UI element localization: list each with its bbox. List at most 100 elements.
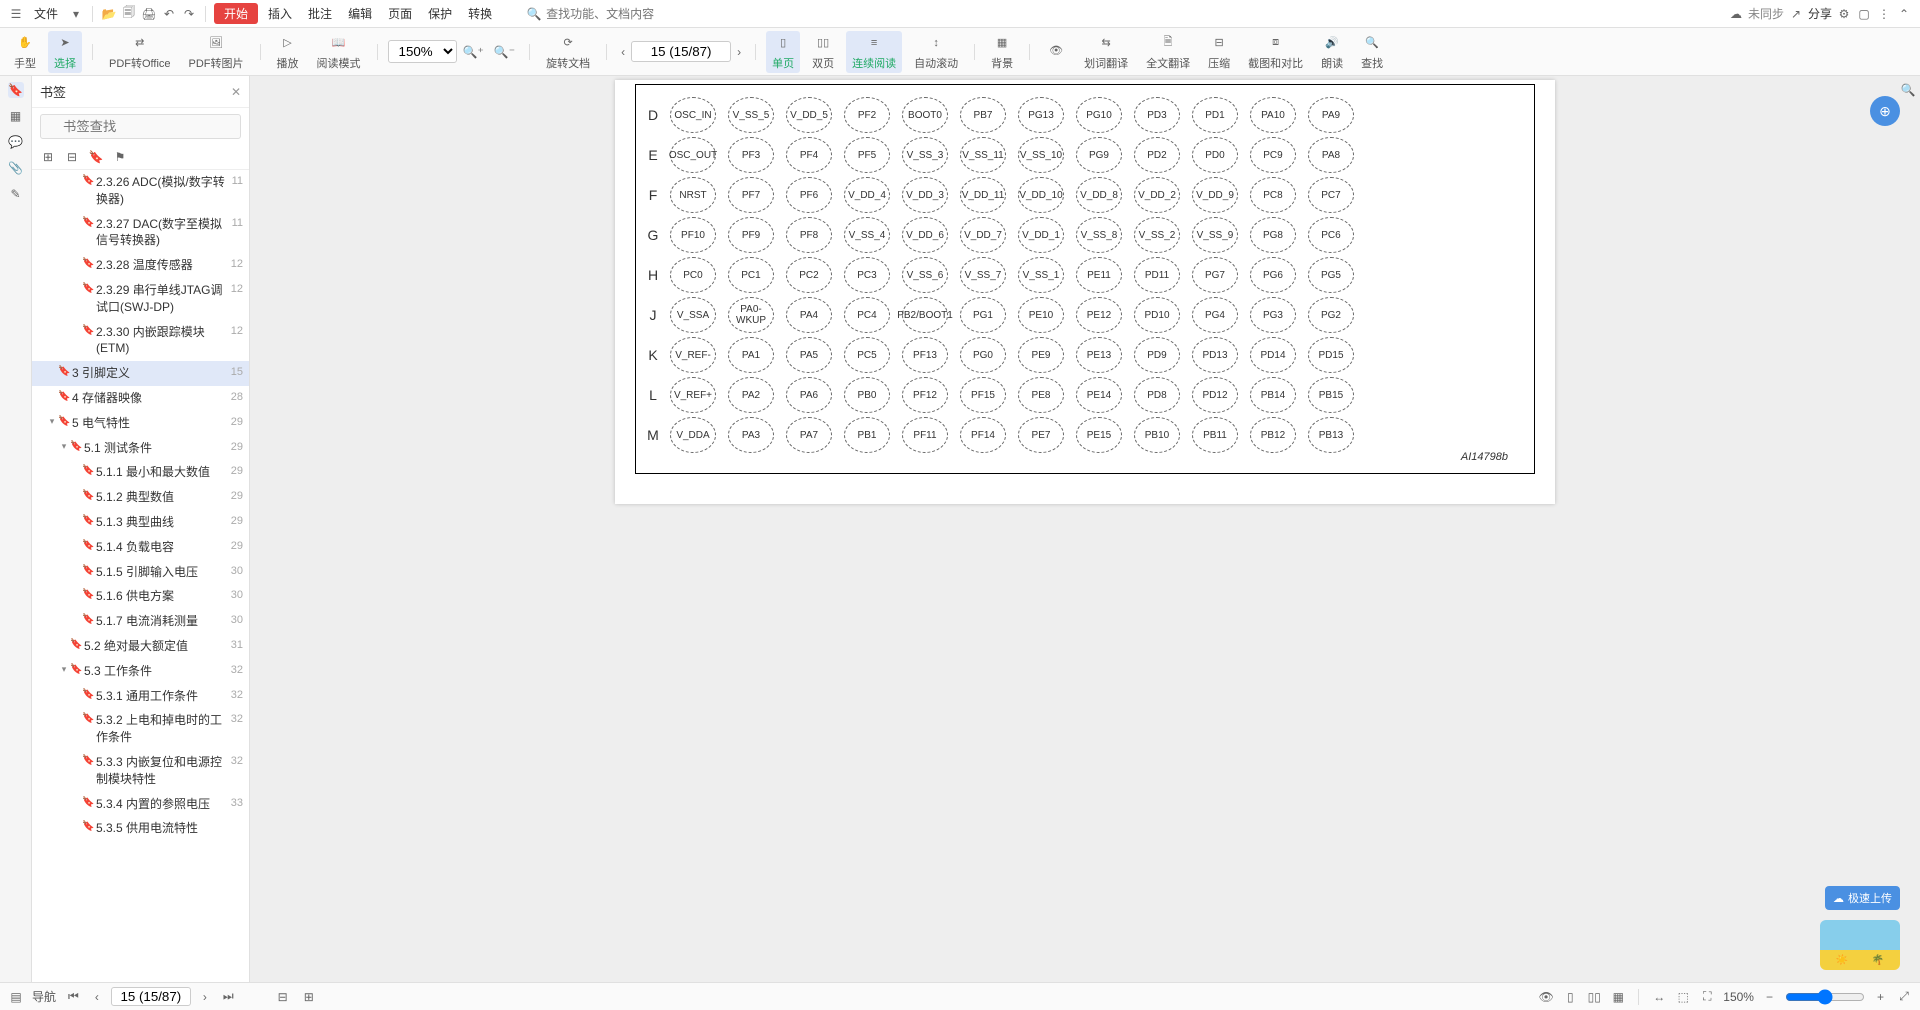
first-page-icon[interactable]: ⏮ [64,987,83,1006]
fullscreen-icon[interactable]: ⛶ [1699,989,1715,1005]
bookmark-opt-icon[interactable]: ⚑ [112,149,128,165]
bookmark-item[interactable]: 🔖5.1.5 引脚输入电压30 [32,560,249,585]
hand-tool[interactable]: ✋手型 [8,31,42,73]
page-tab[interactable]: 页面 [382,3,418,24]
zoom-out-status-icon[interactable]: − [1762,988,1777,1006]
zoom-slider[interactable] [1785,989,1865,1005]
save-icon[interactable]: 🗐 [121,6,137,22]
rotate-button[interactable]: ⟳旋转文档 [540,31,596,73]
search-input[interactable] [546,7,666,21]
convert-tab[interactable]: 转换 [462,3,498,24]
status-page-input[interactable] [111,987,191,1006]
fit-minus-icon[interactable]: ⊟ [274,988,292,1006]
highlight-tab-icon[interactable]: ✎ [8,186,24,202]
continuous-read[interactable]: ≡连续阅读 [846,31,902,73]
thumbnail-tab-icon[interactable]: ▦ [8,108,24,124]
bookmark-item[interactable]: 🔖4 存储器映像28 [32,386,249,411]
next-page-status-icon[interactable]: › [199,988,211,1006]
protect-tab[interactable]: 保护 [422,3,458,24]
review-tab[interactable]: 批注 [302,3,338,24]
bookmark-item[interactable]: ▾🔖5.3 工作条件32 [32,659,249,684]
read-mode[interactable]: 📖阅读模式 [311,31,367,73]
compress-button[interactable]: ⊟压缩 [1202,31,1236,73]
bookmark-list[interactable]: 🔖2.3.26 ADC(模拟/数字转换器)11🔖2.3.27 DAC(数字至模拟… [32,170,249,982]
more-icon[interactable]: ⋮ [1876,6,1892,22]
layout2-icon[interactable]: ▯▯ [1586,989,1602,1005]
next-page-icon[interactable]: › [733,43,745,61]
upload-float[interactable]: ☁极速上传 [1825,886,1900,910]
auto-scroll[interactable]: ↕自动滚动 [908,31,964,73]
prev-page-status-icon[interactable]: ‹ [91,988,103,1006]
bookmark-item[interactable]: 🔖5.3.1 通用工作条件32 [32,684,249,709]
bookmark-item[interactable]: 🔖5.1.2 典型数值29 [32,485,249,510]
share-icon[interactable]: ↗ [1788,6,1804,22]
bookmark-item[interactable]: 🔖5.1.4 负载电容29 [32,535,249,560]
bookmark-item[interactable]: 🔖5.3.2 上电和掉电时的工作条件32 [32,708,249,750]
bookmark-item[interactable]: 🔖5.3.3 内嵌复位和电源控制模块特性32 [32,750,249,792]
right-search-icon[interactable]: 🔍 [1900,82,1916,98]
zoom-in-icon[interactable]: 🔍⁺ [459,43,488,61]
zoom-select[interactable]: 150% [388,40,457,63]
bookmark-item[interactable]: ▾🔖5.1 测试条件29 [32,436,249,461]
bookmark-item[interactable]: 🔖5.3.4 内置的参照电压33 [32,792,249,817]
zoom-in-status-icon[interactable]: + [1873,988,1888,1006]
bookmark-item[interactable]: 🔖2.3.29 串行单线JTAG调试口(SWJ-DP)12 [32,278,249,320]
bookmark-tab-icon[interactable]: 🔖 [8,82,24,98]
redo-icon[interactable]: ↷ [181,6,197,22]
compare-button[interactable]: ⧈截图和对比 [1242,31,1309,73]
full-translate[interactable]: 🗎全文翻译 [1140,31,1196,73]
bookmark-item[interactable]: 🔖5.1.7 电流消耗测量30 [32,609,249,634]
print-icon[interactable]: 🖨 [141,6,157,22]
view-mode-icon[interactable]: 👁 [1538,989,1554,1005]
layout1-icon[interactable]: ▯ [1562,989,1578,1005]
bookmark-item[interactable]: 🔖5.3.5 供用电流特性 [32,816,249,841]
play-button[interactable]: ▷播放 [271,31,305,73]
eye-protect[interactable]: 👁 [1040,39,1072,65]
pdf-to-office[interactable]: ⇄PDF转Office [103,31,177,73]
bookmark-item[interactable]: 🔖2.3.27 DAC(数字至模拟信号转换器)11 [32,212,249,254]
document-viewport[interactable]: DOSC_INV_SS_5V_DD_5PF2BOOT0PB7PG13PG10PD… [250,76,1920,982]
pdf-to-image[interactable]: 🖼PDF转图片 [183,31,250,73]
open-icon[interactable]: 📂 [101,6,117,22]
insert-tab[interactable]: 插入 [262,3,298,24]
settings-icon[interactable]: ⚙ [1836,6,1852,22]
single-page[interactable]: ▯单页 [766,31,800,73]
nav-label[interactable]: 导航 [32,988,56,1005]
expand-status-icon[interactable]: ⤢ [1896,989,1912,1005]
double-page[interactable]: ▯▯双页 [806,31,840,73]
edit-tab[interactable]: 编辑 [342,3,378,24]
undo-icon[interactable]: ↶ [161,6,177,22]
attachment-tab-icon[interactable]: 📎 [8,160,24,176]
close-panel-icon[interactable]: ✕ [231,85,241,99]
bookmark-item[interactable]: 🔖2.3.26 ADC(模拟/数字转换器)11 [32,170,249,212]
comment-tab-icon[interactable]: 💬 [8,134,24,150]
find-button[interactable]: 🔍查找 [1355,31,1389,73]
cloud-icon[interactable]: ☁ [1728,6,1744,22]
share-label[interactable]: 分享 [1808,5,1832,22]
bookmark-item[interactable]: ▾🔖5 电气特性29 [32,411,249,436]
nav-icon[interactable]: ▤ [8,989,24,1005]
file-menu[interactable]: 文件 [28,3,64,24]
promo-float[interactable]: ☀️ 🌴 [1820,920,1900,970]
skin-icon[interactable]: ▢ [1856,6,1872,22]
assistant-badge[interactable]: ⊕ [1870,96,1900,126]
last-page-icon[interactable]: ⏭ [219,987,238,1006]
fit-width-icon[interactable]: ↔ [1651,989,1667,1005]
bookmark-search-input[interactable] [40,114,241,139]
bookmark-item[interactable]: 🔖5.1.3 典型曲线29 [32,510,249,535]
dict-translate[interactable]: ⇆划词翻译 [1078,31,1134,73]
expand-all-icon[interactable]: ⊞ [40,149,56,165]
prev-page-icon[interactable]: ‹ [617,43,629,61]
layout3-icon[interactable]: ▦ [1610,989,1626,1005]
bookmark-item[interactable]: 🔖5.1.6 供电方案30 [32,584,249,609]
zoom-out-icon[interactable]: 🔍⁻ [490,43,519,61]
bookmark-item[interactable]: 🔖5.2 绝对最大额定值31 [32,634,249,659]
fit-plus-icon[interactable]: ⊞ [300,988,318,1006]
bookmark-add-icon[interactable]: 🔖 [88,149,104,165]
page-number-input[interactable] [631,41,731,62]
background-button[interactable]: ▦背景 [985,31,1019,73]
global-search[interactable]: 🔍 [526,6,666,22]
bookmark-item[interactable]: 🔖5.1.1 最小和最大数值29 [32,460,249,485]
collapse-all-icon[interactable]: ⊟ [64,149,80,165]
bookmark-item[interactable]: 🔖3 引脚定义15 [32,361,249,386]
